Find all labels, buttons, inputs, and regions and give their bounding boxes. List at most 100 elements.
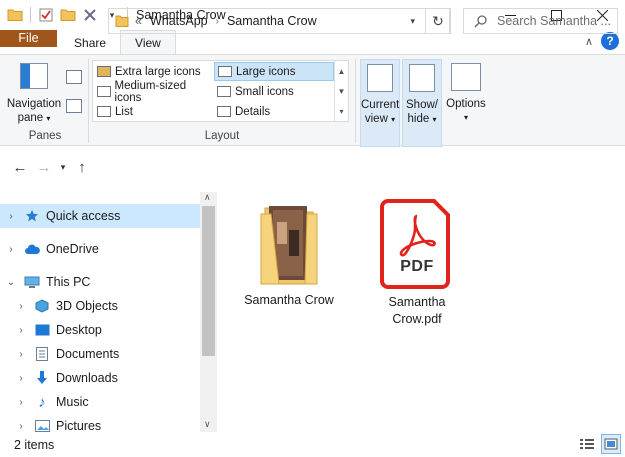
sidebar-item-onedrive[interactable]: › OneDrive <box>0 237 200 261</box>
layout-item-label: Small icons <box>235 85 294 98</box>
group-label-layout: Layout <box>204 130 240 142</box>
chevron-up-icon[interactable]: ∧ <box>585 35 593 48</box>
layout-gallery: Extra large icons Large icons Medium-siz… <box>92 60 349 122</box>
divider <box>355 59 356 143</box>
recent-locations-icon[interactable]: ▾ <box>56 162 70 173</box>
layout-gallery-scroll[interactable]: ▲ ▼ ▾ <box>334 61 348 121</box>
search-input[interactable]: Search Samantha ... <box>497 14 611 28</box>
preview-pane-icon[interactable] <box>66 70 82 84</box>
layout-details[interactable]: Details <box>214 102 334 121</box>
current-view-button[interactable]: Current view ▾ <box>360 59 400 147</box>
folder-icon[interactable] <box>6 6 24 24</box>
pictures-icon <box>34 419 50 432</box>
show-hide-label-2: hide ▾ <box>407 113 437 125</box>
address-dropdown-icon[interactable]: ▾ <box>410 16 415 27</box>
navigation-pane-label: Navigation <box>6 98 62 110</box>
details-view-button[interactable] <box>577 434 597 454</box>
sidebar-item-this-pc[interactable]: ⌄ This PC <box>0 270 200 294</box>
current-view-label: Current <box>361 99 400 111</box>
large-icons-view-button[interactable] <box>601 434 621 454</box>
layout-large-icons[interactable]: Large icons <box>214 62 334 81</box>
expand-gallery-icon[interactable]: ▾ <box>339 107 343 116</box>
sidebar-item-label: OneDrive <box>46 242 99 256</box>
layout-medium-icons[interactable]: Medium-sized icons <box>94 80 212 104</box>
chevron-right-icon[interactable]: › <box>16 325 26 336</box>
chevron-right-icon[interactable]: › <box>6 244 16 255</box>
current-view-icon <box>367 64 393 92</box>
chevron-up-icon[interactable]: ▲ <box>338 67 346 76</box>
refresh-icon: ↻ <box>432 12 444 29</box>
pdf-file-name-line-1: Samantha <box>388 295 446 309</box>
delete-icon[interactable] <box>81 6 99 24</box>
layout-small-icons[interactable]: Small icons <box>214 82 334 101</box>
pdf-file-name-line-2: Crow.pdf <box>392 312 442 326</box>
sidebar-item-label: Documents <box>56 347 120 361</box>
tab-file[interactable]: File <box>0 30 57 47</box>
sidebar-item-quick-access[interactable]: › Quick access <box>0 204 200 228</box>
up-arrow-icon[interactable]: ↑ <box>70 159 94 176</box>
chevron-down-icon[interactable]: ▼ <box>338 87 346 96</box>
sidebar-item-downloads[interactable]: › Downloads <box>0 366 200 390</box>
search-icon <box>474 14 487 28</box>
search-box[interactable]: Search Samantha ... <box>463 8 618 34</box>
pdf-badge: PDF <box>400 258 434 275</box>
pdf-file-item[interactable]: PDF Samantha Crow.pdf <box>364 198 470 328</box>
chevron-right-icon[interactable]: › <box>16 349 26 360</box>
layout-item-label: Large icons <box>236 65 296 78</box>
properties-icon[interactable] <box>37 6 55 24</box>
help-icon[interactable]: ? <box>601 32 619 50</box>
sidebar-item-documents[interactable]: › Documents <box>0 342 200 366</box>
address-bar[interactable]: « WhatsApp › Samantha Crow ▾ <box>108 8 450 34</box>
view-toggle-buttons <box>577 434 621 454</box>
ribbon-controls: ∧ ? <box>585 32 619 50</box>
options-button[interactable]: Options ▾ <box>444 59 488 147</box>
layout-item-label: List <box>115 105 133 118</box>
download-arrow-icon <box>34 371 50 385</box>
list-icon <box>97 106 111 117</box>
sidebar-item-label: Quick access <box>46 209 121 223</box>
sidebar-item-label: Music <box>56 395 89 409</box>
navigation-bar: ← → ▾ ↑ <box>0 146 625 188</box>
cloud-icon <box>24 242 40 256</box>
large-icons-icon <box>218 66 232 77</box>
extra-large-icons-icon <box>97 66 111 77</box>
scroll-up-icon[interactable]: ∧ <box>204 192 211 203</box>
chevron-down-icon[interactable]: ⌄ <box>6 277 16 288</box>
refresh-button[interactable]: ↻ <box>425 8 451 34</box>
breadcrumb-separator-icon: › <box>215 15 219 27</box>
sidebar-item-music[interactable]: › ♪ Music <box>0 390 200 414</box>
layout-extra-large-icons[interactable]: Extra large icons <box>94 62 212 81</box>
new-folder-icon[interactable] <box>59 6 77 24</box>
scroll-down-icon[interactable]: ∨ <box>204 419 211 430</box>
navigation-pane-icon <box>20 63 48 89</box>
chevron-right-icon[interactable]: › <box>16 373 26 384</box>
breadcrumb-overflow[interactable]: « <box>135 14 142 28</box>
sidebar-item-desktop[interactable]: › Desktop <box>0 318 200 342</box>
breadcrumb-samantha-crow[interactable]: Samantha Crow <box>227 14 317 28</box>
folder-icon <box>115 15 129 27</box>
chevron-right-icon[interactable]: › <box>16 397 26 408</box>
divider <box>88 59 89 143</box>
layout-list[interactable]: List <box>94 102 212 121</box>
sidebar-item-label: Desktop <box>56 323 102 337</box>
chevron-right-icon[interactable]: › <box>6 211 16 222</box>
sidebar-item-pictures[interactable]: › Pictures <box>0 414 200 432</box>
cube-icon <box>34 299 50 313</box>
navigation-pane-button[interactable]: Navigation pane ▾ <box>6 61 62 126</box>
back-arrow-icon[interactable]: ← <box>8 159 32 176</box>
chevron-right-icon[interactable]: › <box>16 421 26 432</box>
options-icon <box>451 63 481 91</box>
show-hide-button[interactable]: Show/ hide ▾ <box>402 59 442 147</box>
details-pane-icon[interactable] <box>66 99 82 113</box>
chevron-right-icon[interactable]: › <box>16 301 26 312</box>
small-icons-icon <box>217 86 231 97</box>
navigation-pane: › Quick access › OneDrive ⌄ This PC › 3D… <box>0 204 200 432</box>
breadcrumb-whatsapp[interactable]: WhatsApp <box>150 14 208 28</box>
scrollbar-thumb[interactable] <box>202 206 215 356</box>
sidebar-scrollbar[interactable]: ∧ ∨ <box>200 192 217 432</box>
navigation-pane-label-2: pane ▾ <box>17 112 51 124</box>
sidebar-item-3d-objects[interactable]: › 3D Objects <box>0 294 200 318</box>
folder-item[interactable]: Samantha Crow <box>236 200 342 309</box>
music-note-icon: ♪ <box>38 393 46 411</box>
forward-arrow-icon[interactable]: → <box>32 159 56 176</box>
